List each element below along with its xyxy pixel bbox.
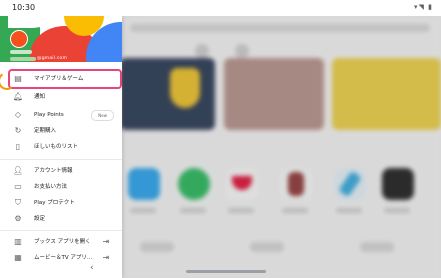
new-badge: New (91, 110, 114, 121)
drawer-item-label: 定期購入 (34, 128, 57, 134)
navigation-drawer: @gmail.com ▤ マイアプリ＆ゲーム 🔔︎ 通知 ◇ Play Poin… (0, 16, 122, 278)
drawer-item-label: Play Points (34, 112, 64, 118)
highlight-box (8, 69, 122, 89)
account-header: @gmail.com (0, 16, 122, 62)
account-email: @gmail.com (37, 56, 68, 61)
wishlist-icon: ▯ (15, 142, 21, 151)
credit-card-icon: ▭ (14, 182, 22, 191)
shield-icon: ⛉ (15, 198, 21, 207)
status-bar: 10:30 ▾◥ ▮ (0, 0, 441, 16)
open-external-icon: ⇥ (102, 237, 110, 246)
account-email-redacted (10, 57, 36, 61)
home-gesture-bar[interactable] (186, 270, 266, 273)
drawer-item-label: お支払い方法 (34, 184, 68, 190)
drawer-item-label: ほしいものリスト (34, 144, 79, 150)
drawer-item-label: 通知 (34, 94, 46, 100)
bell-icon: 🔔︎ (12, 92, 24, 101)
drawer-item-label: アカウント情報 (34, 168, 73, 174)
play-points-icon: ◇ (14, 110, 22, 119)
drawer-item-wishlist[interactable]: ▯ ほしいものリスト (0, 138, 122, 156)
system-nav-bar: ‹ (0, 262, 441, 278)
subscription-icon: ↻ (14, 126, 22, 135)
divider (0, 230, 122, 231)
drawer-item-settings[interactable]: ⚙ 設定 (0, 210, 122, 228)
status-system-icons: ▾◥ ▮ (414, 3, 433, 11)
drawer-item-notifications[interactable]: 🔔︎ 通知 (0, 88, 122, 106)
person-icon: 👤︎ (12, 166, 24, 175)
drawer-item-label: Play プロテクト (34, 200, 75, 206)
account-name-redacted (10, 50, 32, 54)
back-chevron-icon[interactable]: ‹ (90, 263, 94, 273)
status-time: 10:30 (12, 3, 36, 12)
gear-icon: ⚙ (14, 214, 22, 223)
drawer-item-label: 設定 (34, 216, 46, 222)
divider (0, 159, 122, 160)
avatar[interactable] (10, 30, 28, 48)
drawer-item-label: ブックス アプリを開く (34, 239, 91, 245)
books-icon: ▥ (14, 237, 22, 246)
